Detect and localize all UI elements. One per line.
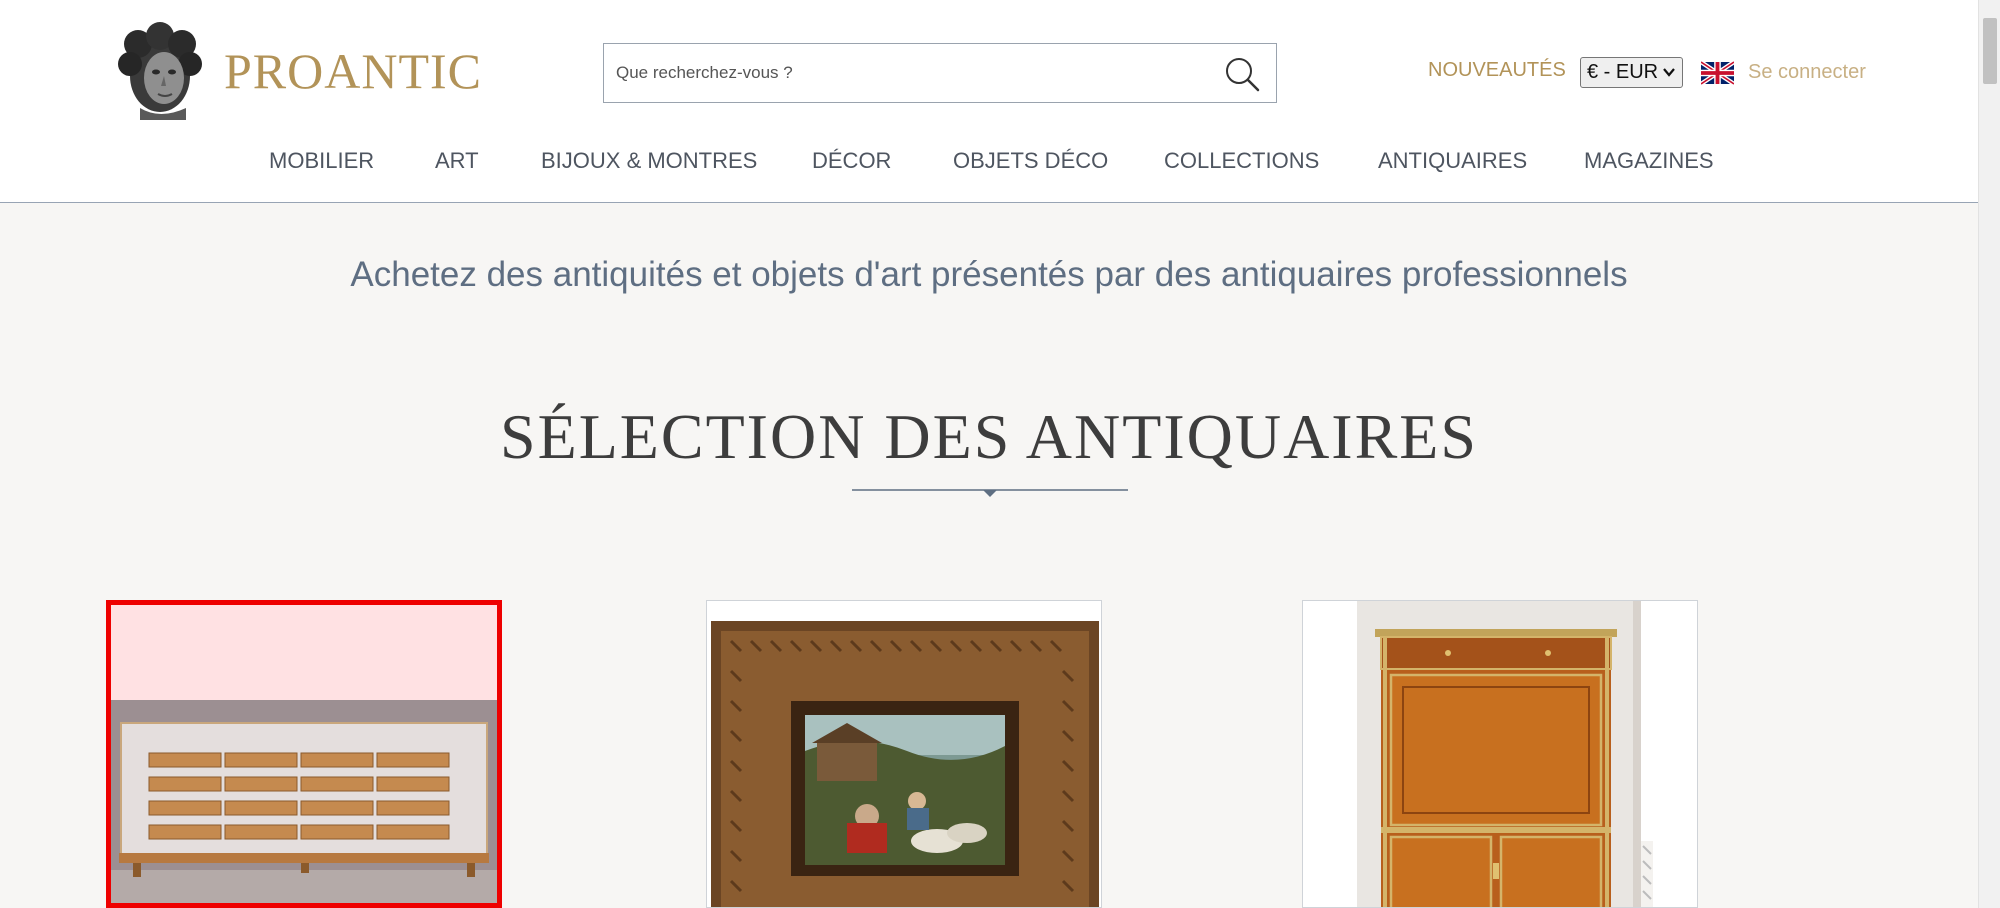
nav-item-art[interactable]: ART bbox=[435, 148, 479, 174]
section-title: SÉLECTION DES ANTIQUAIRES bbox=[500, 401, 1478, 472]
bust-logo-icon bbox=[118, 22, 202, 120]
nav-item-decor[interactable]: DÉCOR bbox=[812, 148, 891, 174]
search-bar bbox=[603, 43, 1277, 103]
logo-wordmark: PROANTIC bbox=[224, 43, 483, 99]
nav-item-objets-deco[interactable]: OBJETS DÉCO bbox=[953, 148, 1108, 174]
search-input[interactable] bbox=[616, 44, 1216, 101]
main-nav: MOBILIER ART BIJOUX & MONTRES DÉCOR OBJE… bbox=[0, 148, 1978, 178]
secretary-cabinet-image bbox=[1303, 601, 1697, 907]
currency-select[interactable]: € - EUR bbox=[1580, 57, 1683, 88]
tagline: Achetez des antiquités et objets d'art p… bbox=[350, 255, 1628, 294]
display-cabinet-image bbox=[111, 605, 497, 903]
nav-item-bijoux-montres[interactable]: BIJOUX & MONTRES bbox=[541, 148, 757, 174]
site-header: PROANTIC NOUVEAUTÉS € - EUR Se connecter… bbox=[0, 0, 1978, 203]
chevron-down-icon bbox=[1663, 68, 1675, 77]
product-card-secretary[interactable] bbox=[1302, 600, 1698, 908]
nav-item-mobilier[interactable]: MOBILIER bbox=[269, 148, 374, 174]
product-card-framed-painting[interactable] bbox=[706, 600, 1102, 908]
new-arrivals-link[interactable]: NOUVEAUTÉS bbox=[1428, 59, 1566, 82]
nav-item-collections[interactable]: COLLECTIONS bbox=[1164, 148, 1319, 174]
page-scrollbar[interactable] bbox=[1978, 0, 2000, 908]
login-link[interactable]: Se connecter bbox=[1748, 61, 1866, 84]
framed-painting-image bbox=[707, 601, 1101, 907]
title-divider bbox=[852, 489, 1128, 497]
search-icon[interactable] bbox=[1222, 54, 1262, 94]
scrollbar-thumb[interactable] bbox=[1983, 18, 1997, 84]
nav-item-magazines[interactable]: MAGAZINES bbox=[1584, 148, 1714, 174]
currency-value: € - EUR bbox=[1587, 61, 1659, 83]
nav-item-antiquaires[interactable]: ANTIQUAIRES bbox=[1378, 148, 1527, 174]
uk-flag-icon[interactable] bbox=[1701, 61, 1734, 85]
logo-link[interactable]: PROANTIC bbox=[110, 20, 482, 122]
product-card-display-cabinet[interactable] bbox=[106, 600, 502, 908]
